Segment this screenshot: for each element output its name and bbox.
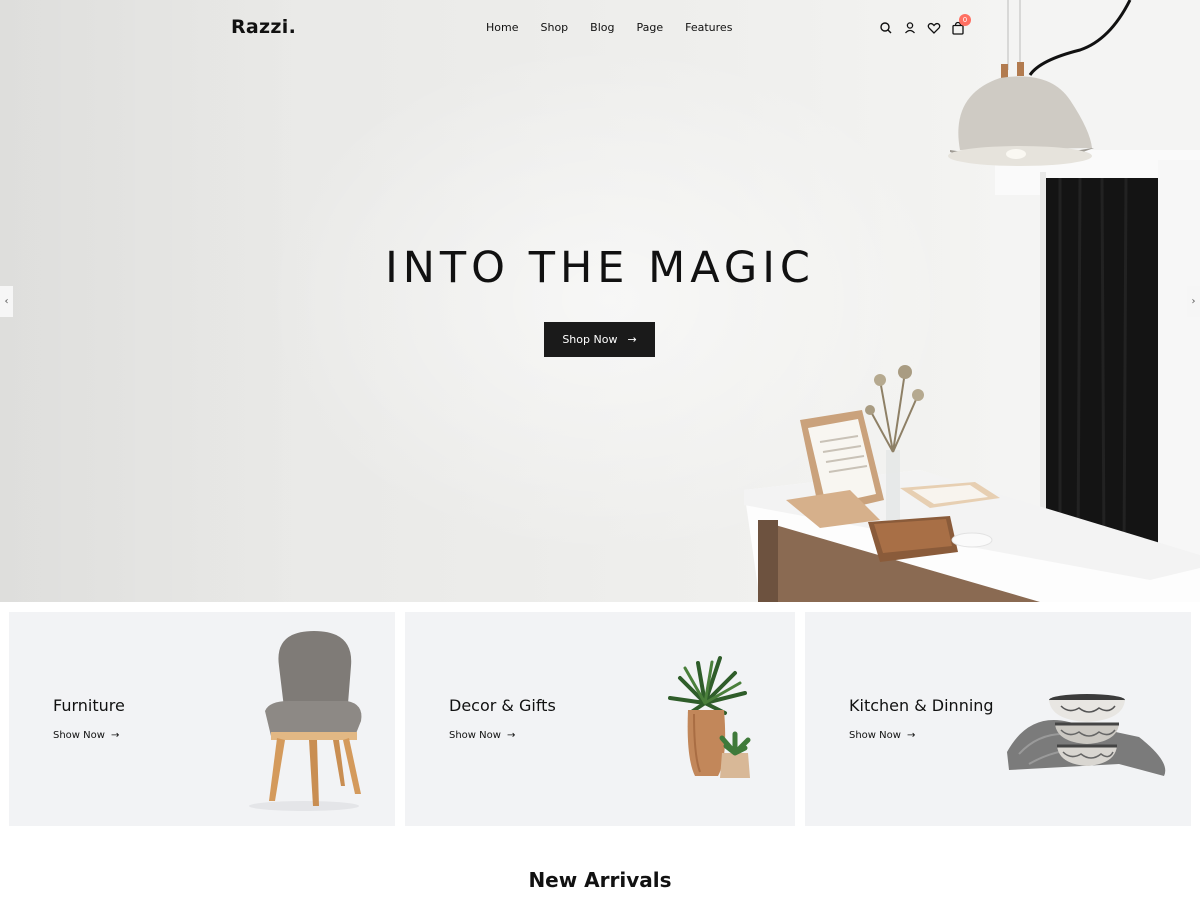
site-header: Razzi. Home Shop Blog Page Features 0	[0, 0, 1200, 58]
main-nav: Home Shop Blog Page Features	[486, 21, 754, 34]
arrow-right-icon: →	[506, 730, 516, 741]
category-link-label: Show Now	[449, 730, 501, 741]
new-arrivals-heading: New Arrivals	[528, 868, 672, 892]
user-icon[interactable]	[902, 20, 918, 36]
category-title: Decor & Gifts	[449, 696, 556, 715]
nav-item-shop[interactable]: Shop	[540, 21, 568, 34]
hero-button-label: Shop Now	[562, 333, 618, 346]
arrow-right-icon: →	[906, 730, 916, 741]
heart-icon[interactable]	[926, 20, 942, 36]
chevron-left-icon: ‹	[4, 296, 9, 307]
category-card-furniture[interactable]: Furniture Show Now →	[9, 612, 395, 826]
nav-item-blog[interactable]: Blog	[590, 21, 614, 34]
category-card-decor-gifts[interactable]: Decor & Gifts Show Now →	[405, 612, 795, 826]
site-logo[interactable]: Razzi.	[231, 16, 296, 38]
nav-item-features[interactable]: Features	[685, 21, 732, 34]
bowls-image	[1007, 694, 1166, 776]
hero-title: INTO THE MAGIC	[385, 243, 815, 293]
bag-icon[interactable]: 0	[950, 14, 971, 36]
plant-vases-image	[668, 656, 751, 778]
category-title: Kitchen & Dinning	[849, 696, 994, 715]
category-show-now-link[interactable]: Show Now →	[53, 730, 119, 741]
category-show-now-link[interactable]: Show Now →	[449, 730, 515, 741]
chevron-right-icon: ›	[1191, 296, 1196, 307]
header-icons: 0	[878, 14, 974, 36]
arrow-right-icon: →	[110, 730, 120, 741]
slider-prev-button[interactable]: ‹	[0, 286, 13, 317]
category-card-kitchen-dinning[interactable]: Kitchen & Dinning Show Now →	[805, 612, 1191, 826]
slider-next-button[interactable]: ›	[1187, 286, 1200, 317]
category-link-label: Show Now	[53, 730, 105, 741]
nav-item-home[interactable]: Home	[486, 21, 518, 34]
category-show-now-link[interactable]: Show Now →	[849, 730, 915, 741]
arrow-right-icon: →	[627, 333, 637, 346]
category-title: Furniture	[53, 696, 125, 715]
hero-shop-now-button[interactable]: Shop Now →	[544, 322, 655, 357]
category-link-label: Show Now	[849, 730, 901, 741]
chair-image	[249, 631, 362, 811]
search-icon[interactable]	[878, 20, 894, 36]
hero-banner: Razzi. Home Shop Blog Page Features 0 IN…	[0, 0, 1200, 602]
hero-interior-image	[744, 0, 1200, 602]
nav-item-page[interactable]: Page	[636, 21, 663, 34]
cart-count-badge: 0	[959, 14, 971, 26]
